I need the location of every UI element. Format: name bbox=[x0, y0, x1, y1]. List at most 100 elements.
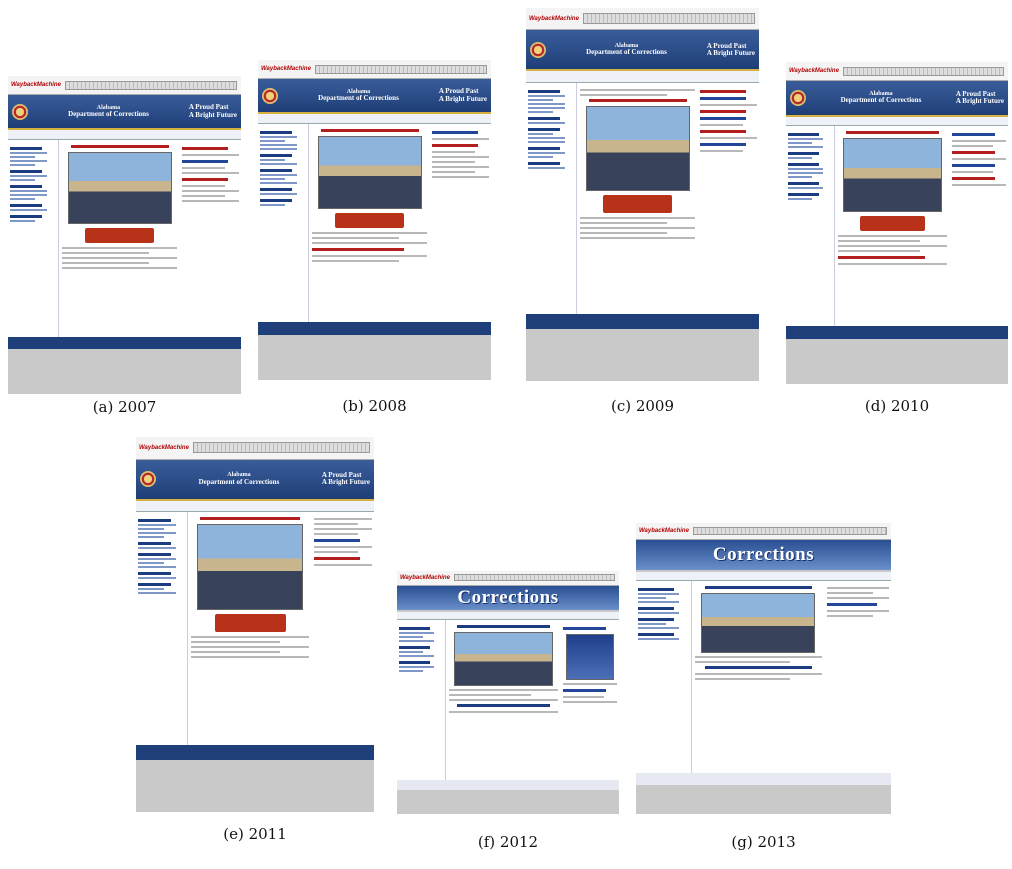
page-body bbox=[136, 512, 374, 745]
main-content bbox=[835, 126, 950, 326]
staff-photo bbox=[843, 138, 942, 212]
caption: (d) 2010 bbox=[864, 397, 930, 415]
nav-strip bbox=[636, 572, 891, 582]
wayback-timeline bbox=[314, 64, 487, 74]
state-seal-icon bbox=[530, 41, 546, 58]
right-column bbox=[312, 512, 374, 745]
staff-photo bbox=[454, 631, 553, 686]
wayback-toolbar: WaybackMachine bbox=[258, 60, 491, 80]
banner-title-line2: Department of Corrections bbox=[586, 48, 667, 57]
join-button bbox=[335, 213, 405, 229]
wayback-logo: WaybackMachine bbox=[789, 68, 839, 75]
panel-2012: WaybackMachine Corrections (f) 2012 bbox=[397, 571, 619, 858]
nav-strip bbox=[136, 500, 374, 512]
right-column bbox=[180, 140, 241, 337]
main-content bbox=[309, 124, 430, 322]
tagline-line2: A Bright Future bbox=[438, 94, 487, 103]
site-banner: Alabama Department of Corrections A Proud… bbox=[786, 81, 1008, 117]
right-column bbox=[561, 620, 619, 780]
archived-page-screenshot: WaybackMachine Alabama Department of Corr… bbox=[786, 62, 1008, 384]
left-nav bbox=[526, 82, 578, 314]
site-banner: Alabama Department of Corrections A Proud… bbox=[258, 79, 491, 115]
main-content bbox=[59, 140, 180, 337]
wayback-toolbar: WaybackMachine bbox=[786, 62, 1008, 82]
page-body bbox=[258, 123, 491, 323]
nav-strip bbox=[8, 130, 241, 140]
tagline-line2: A Bright Future bbox=[321, 478, 370, 487]
wayback-timeline bbox=[453, 574, 615, 582]
footer-strip bbox=[397, 779, 619, 790]
archived-page-screenshot: WaybackMachine Alabama Department of Corr… bbox=[258, 60, 491, 380]
staff-photo bbox=[318, 135, 422, 210]
main-content bbox=[188, 512, 312, 745]
left-nav bbox=[786, 126, 835, 326]
footer-strip bbox=[636, 773, 891, 785]
footer-strip bbox=[258, 322, 491, 336]
archived-page-screenshot: WaybackMachine Corrections bbox=[397, 571, 619, 814]
wayback-logo: WaybackMachine bbox=[529, 15, 579, 22]
wayback-logo: WaybackMachine bbox=[639, 528, 689, 535]
wayback-timeline bbox=[192, 442, 370, 454]
state-seal-icon bbox=[790, 90, 806, 107]
site-banner: Corrections bbox=[636, 540, 891, 573]
nav-strip bbox=[526, 71, 759, 83]
wayback-timeline bbox=[64, 80, 237, 90]
footer-strip bbox=[136, 744, 374, 760]
page-body bbox=[636, 581, 891, 774]
wayback-toolbar: WaybackMachine bbox=[397, 571, 619, 586]
brand-title: Corrections bbox=[457, 586, 559, 608]
caption: (c) 2009 bbox=[610, 397, 675, 415]
nav-strip bbox=[397, 612, 619, 620]
right-column bbox=[430, 124, 491, 322]
panel-2013: WaybackMachine Corrections (g) 2013 bbox=[636, 523, 891, 858]
join-button bbox=[859, 215, 926, 232]
banner-title-line2: Department of Corrections bbox=[198, 477, 280, 486]
brand-title: Corrections bbox=[712, 544, 815, 566]
wayback-logo: WaybackMachine bbox=[400, 574, 450, 581]
join-button bbox=[603, 195, 673, 214]
site-banner: Alabama Department of Corrections A Proud… bbox=[136, 459, 374, 501]
tagline-line2: A Bright Future bbox=[706, 48, 755, 57]
banner-title-line2: Department of Corrections bbox=[68, 110, 149, 119]
right-column bbox=[950, 126, 1008, 326]
nav-strip bbox=[258, 114, 491, 124]
wayback-timeline bbox=[582, 13, 755, 25]
page-body bbox=[526, 82, 759, 314]
right-column bbox=[698, 83, 759, 314]
join-button bbox=[214, 614, 286, 633]
right-column bbox=[825, 581, 891, 773]
academy-photo bbox=[701, 593, 816, 653]
panel-2008: WaybackMachine Alabama Department of Corr… bbox=[258, 60, 491, 420]
main-content bbox=[692, 581, 825, 773]
archived-page-screenshot: WaybackMachine Alabama Department of Corr… bbox=[8, 76, 241, 394]
wayback-logo: WaybackMachine bbox=[261, 66, 311, 73]
archived-page-screenshot: WaybackMachine Corrections bbox=[636, 523, 891, 814]
site-banner: Corrections bbox=[397, 585, 619, 613]
panel-2009: WaybackMachine Alabama Department of Corr… bbox=[526, 8, 759, 420]
wayback-timeline bbox=[842, 66, 1004, 76]
panel-2007: WaybackMachine Alabama Department of Corr… bbox=[8, 76, 241, 421]
panel-2010: WaybackMachine Alabama Department of Corr… bbox=[786, 62, 1008, 420]
caption: (e) 2011 bbox=[223, 825, 287, 843]
left-nav bbox=[8, 139, 60, 337]
wayback-logo: WaybackMachine bbox=[11, 82, 61, 89]
footer-strip bbox=[526, 313, 759, 329]
wayback-toolbar: WaybackMachine bbox=[526, 8, 759, 31]
site-banner: Alabama Department of Corrections A Proud… bbox=[526, 30, 759, 72]
left-nav bbox=[397, 619, 446, 780]
state-seal-icon bbox=[262, 87, 278, 104]
join-button bbox=[85, 228, 155, 244]
nav-strip bbox=[786, 116, 1008, 127]
state-seal-icon bbox=[12, 103, 28, 120]
caption: (b) 2008 bbox=[342, 397, 407, 415]
footer-strip bbox=[8, 336, 241, 350]
caption: (f) 2012 bbox=[477, 833, 539, 851]
banner-title-line2: Department of Corrections bbox=[840, 96, 922, 105]
staff-photo bbox=[586, 105, 690, 192]
page-body bbox=[786, 126, 1008, 326]
main-content bbox=[446, 620, 561, 780]
staff-photo bbox=[68, 151, 172, 225]
wayback-toolbar: WaybackMachine bbox=[8, 76, 241, 96]
caption: (g) 2013 bbox=[731, 833, 796, 851]
wayback-timeline bbox=[692, 527, 887, 536]
